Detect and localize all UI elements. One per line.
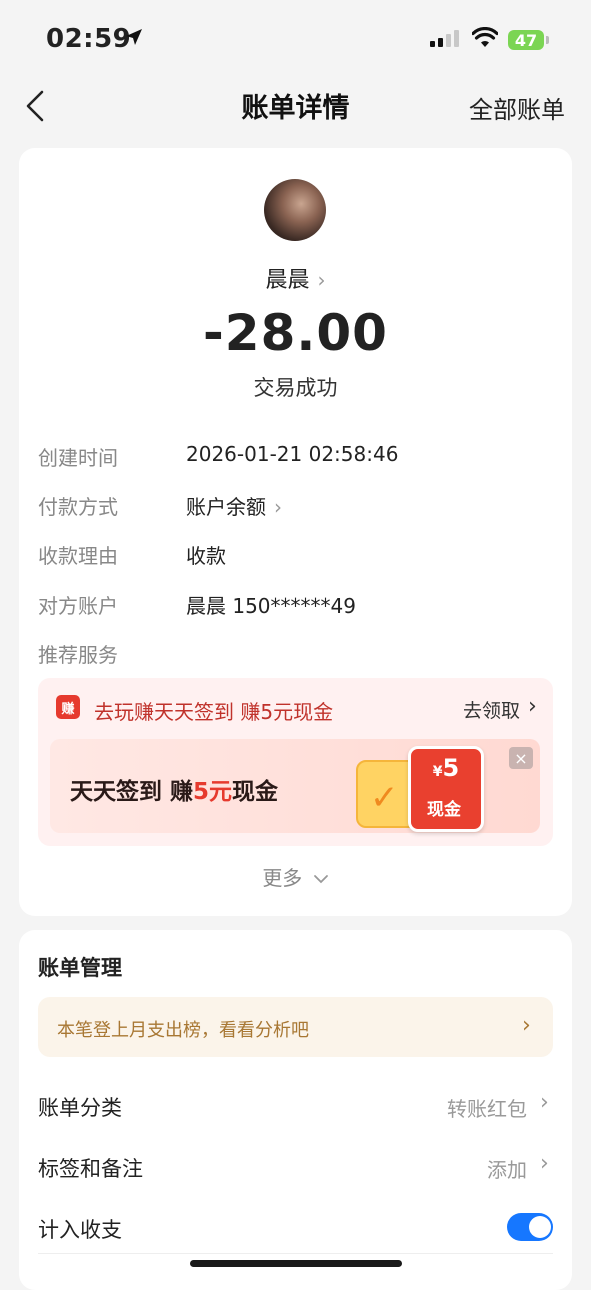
- payee-name: 晨晨: [265, 268, 310, 293]
- chevron-right-icon: ›: [540, 1090, 549, 1115]
- bill-management-title: 账单管理: [38, 956, 122, 980]
- more-toggle[interactable]: 更多: [0, 862, 591, 891]
- promo-title: 去玩赚天天签到 赚5元现金: [94, 700, 334, 724]
- reason-label: 收款理由: [38, 544, 118, 568]
- divider: [38, 1253, 553, 1254]
- battery-tip: [546, 36, 549, 44]
- payment-method-label: 付款方式: [38, 495, 118, 519]
- chevron-right-icon: ›: [317, 268, 326, 292]
- cash-value: 5: [442, 754, 460, 782]
- include-in-stats-label: 计入收支: [38, 1218, 122, 1242]
- location-arrow-icon: [126, 29, 142, 45]
- more-label: 更多: [262, 866, 303, 890]
- all-bills-link[interactable]: 全部账单: [469, 90, 565, 125]
- reason-value: 收款: [186, 544, 226, 568]
- counterparty-value: 晨晨 150******49: [186, 594, 356, 618]
- chevron-right-icon: ›: [522, 1013, 531, 1038]
- payment-method-link[interactable]: 账户余额 ›: [186, 491, 282, 520]
- created-time-label: 创建时间: [38, 446, 118, 470]
- close-icon[interactable]: ×: [509, 747, 533, 769]
- chevron-right-icon: ›: [274, 495, 282, 519]
- banner-prefix: 天天签到 赚: [70, 779, 194, 805]
- toggle-knob: [529, 1216, 551, 1238]
- chevron-right-icon: ›: [540, 1151, 549, 1176]
- tags-notes-label: 标签和备注: [38, 1157, 143, 1181]
- category-label: 账单分类: [38, 1096, 122, 1120]
- transaction-status: 交易成功: [253, 376, 338, 400]
- add-tags-button[interactable]: 添加: [487, 1154, 527, 1183]
- banner-text: 天天签到 赚5元现金: [70, 772, 278, 806]
- counterparty-label: 对方账户: [38, 594, 118, 618]
- home-indicator: [190, 1260, 402, 1267]
- banner-suffix: 现金: [232, 779, 279, 805]
- recommended-services-label: 推荐服务: [38, 643, 118, 667]
- earn-icon: 赚: [56, 695, 80, 719]
- status-time: 02:59: [46, 24, 132, 54]
- checkmark-icon: ✓: [370, 778, 399, 818]
- category-value[interactable]: 转账红包: [447, 1093, 527, 1122]
- cellular-signal-icon: [430, 30, 459, 47]
- avatar[interactable]: [264, 179, 326, 241]
- cash-label: 现金: [427, 800, 461, 820]
- battery-indicator: 47: [508, 30, 544, 50]
- claim-button[interactable]: 去领取: [463, 696, 520, 723]
- banner-highlight: 5元: [193, 779, 233, 805]
- cash-amount: ¥5: [418, 754, 474, 782]
- battery-level: 47: [514, 30, 538, 50]
- created-time-value: 2026-01-21 02:58:46: [186, 442, 399, 466]
- wifi-icon: [472, 27, 498, 47]
- payee-name-link[interactable]: 晨晨 ›: [0, 262, 591, 294]
- cash-currency: ¥: [432, 764, 443, 780]
- transaction-amount: -28.00: [203, 304, 388, 362]
- payment-method-value: 账户余额: [186, 495, 266, 519]
- chevron-down-icon: [313, 875, 328, 884]
- spending-tip-text: 本笔登上月支出榜，看看分析吧: [57, 1020, 309, 1041]
- chevron-right-icon: ›: [528, 694, 537, 719]
